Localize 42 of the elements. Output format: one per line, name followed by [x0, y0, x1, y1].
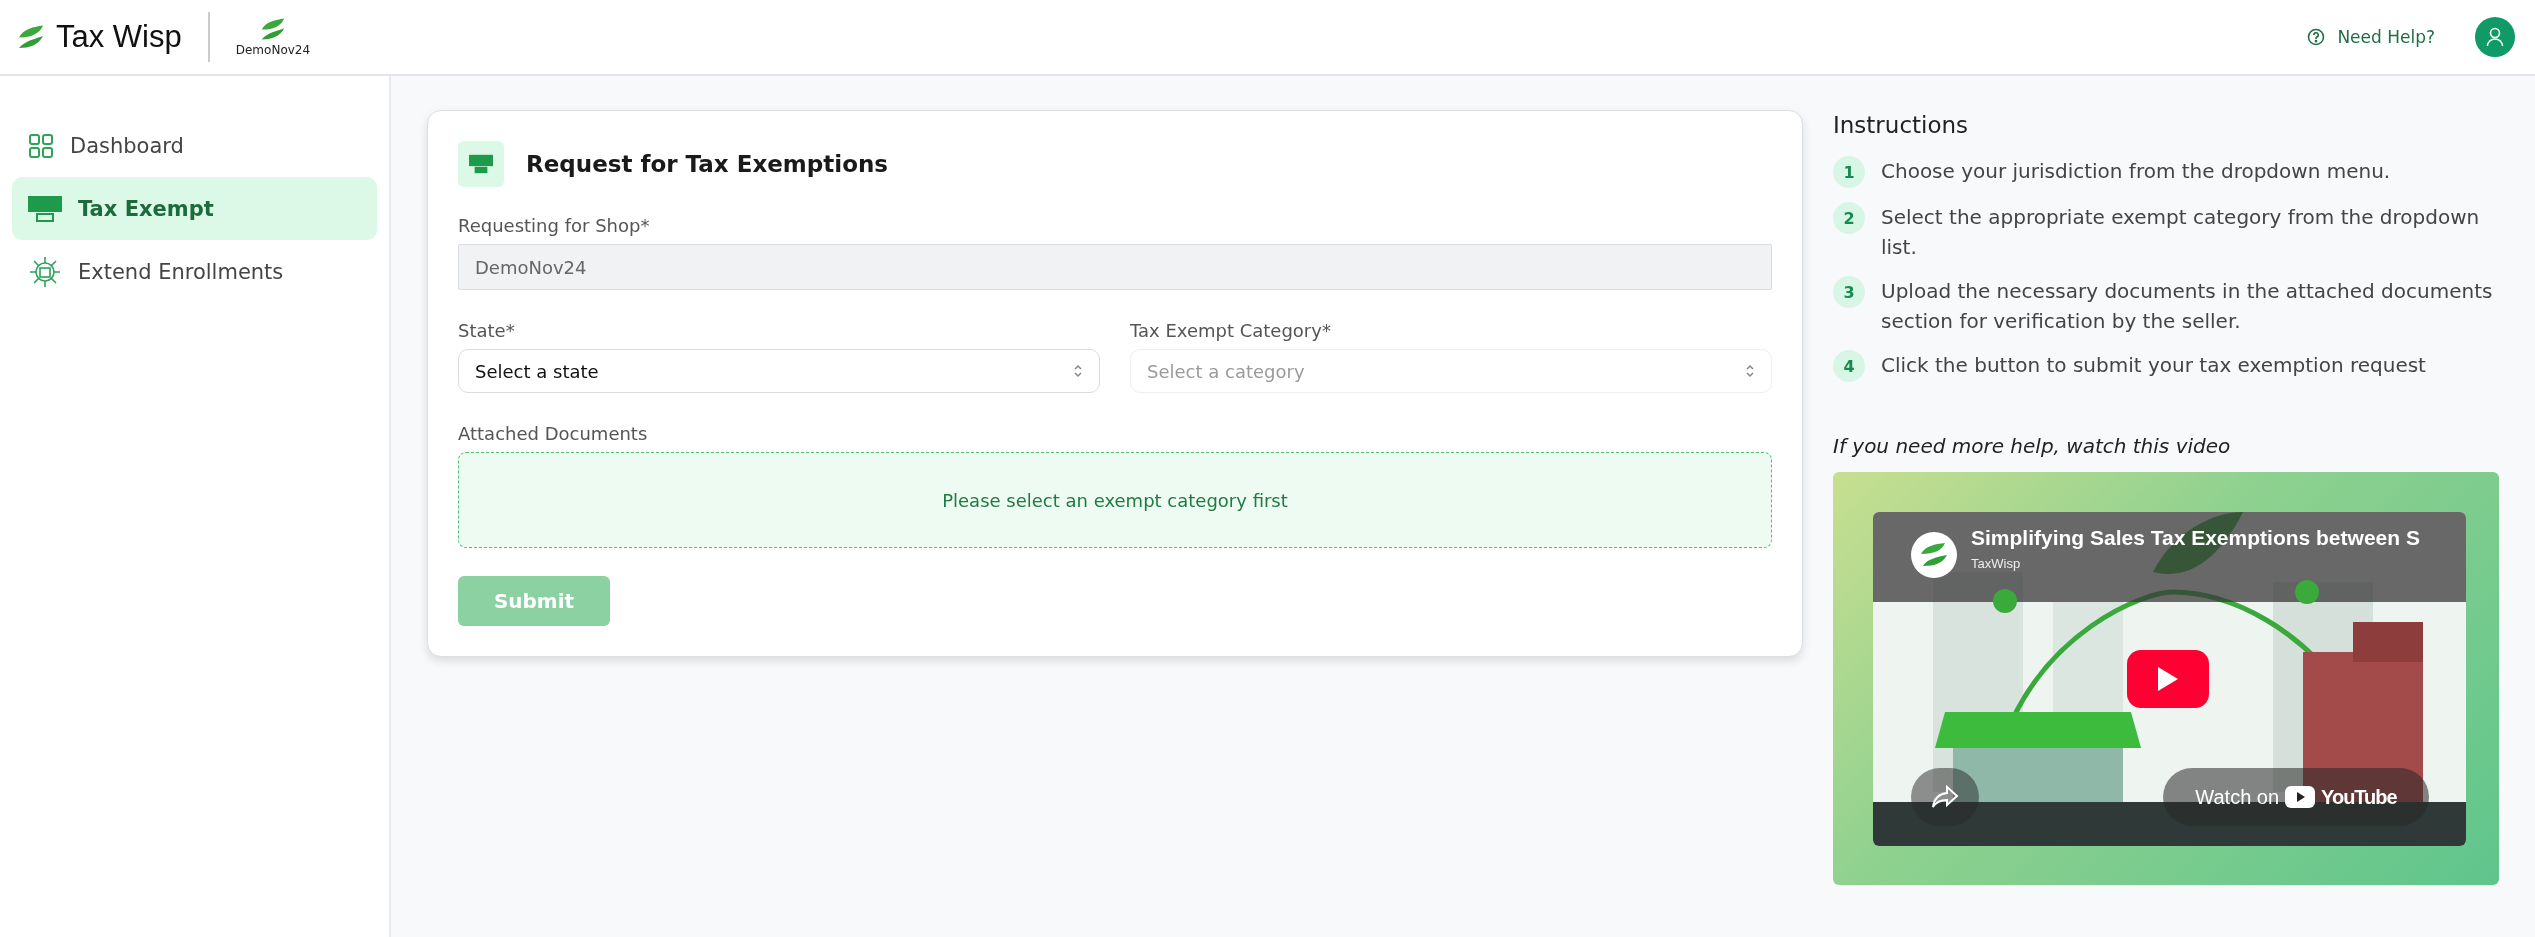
video-player[interactable]: Simplifying Sales Tax Exemptions between S TaxWisp Watch on YouTube — [1873, 512, 2466, 846]
tax-tag-icon — [458, 141, 504, 187]
chevron-updown-icon — [1073, 364, 1083, 378]
instructions-title: Instructions — [1833, 112, 1970, 138]
step-number: 4 — [1833, 350, 1865, 382]
tax-tag-icon — [28, 195, 62, 222]
chevron-updown-icon — [1745, 364, 1755, 378]
select-field[interactable]: Select a state — [458, 349, 1100, 393]
user-avatar[interactable] — [2475, 17, 2515, 57]
step-number: 1 — [1833, 156, 1865, 188]
share-button[interactable] — [1911, 768, 1979, 826]
help-icon — [2307, 28, 2326, 46]
field-label: Tax Exempt Category* — [1130, 320, 1332, 341]
play-icon — [2156, 666, 2180, 692]
step-text: Choose your jurisdiction from the dropdown menu. — [1881, 158, 2391, 185]
upload-area[interactable]: Please select an exempt category first — [458, 452, 1772, 548]
field-label: State* — [458, 320, 516, 341]
shop-name: DemoNov24 — [235, 42, 311, 57]
sidebar-item[interactable]: Tax Exempt — [12, 177, 377, 240]
sidebar-item[interactable]: Extend Enrollments — [12, 240, 377, 303]
play-icon — [2285, 786, 2316, 808]
form-title: Request for Tax Exemptions — [526, 151, 888, 177]
watch-on-youtube-button[interactable]: Watch on YouTube — [2163, 768, 2429, 826]
channel-logo-icon — [1911, 532, 1957, 578]
help-link[interactable]: Need Help? — [2307, 27, 2435, 47]
field-label: Attached Documents — [458, 423, 649, 444]
store-network-icon — [28, 254, 62, 289]
user-icon — [2486, 27, 2504, 47]
grid-icon — [28, 132, 54, 159]
video-title[interactable]: Simplifying Sales Tax Exemptions between S — [1971, 526, 2420, 550]
share-arrow-icon — [1931, 785, 1959, 809]
step-text: Upload the necessary documents in the attached documents section for verification by the seller. — [1881, 278, 2494, 335]
channel-name[interactable]: TaxWisp — [1971, 556, 2021, 571]
video-prompt: If you need more help, watch this video — [1833, 434, 2232, 458]
field-label: Requesting for Shop* — [458, 215, 651, 236]
sidebar-item[interactable]: Dashboard — [12, 114, 377, 177]
step-number: 2 — [1833, 202, 1865, 234]
step-text: Click the button to submit your tax exemption request — [1881, 352, 2426, 379]
play-button[interactable] — [2127, 650, 2209, 708]
step-number: 3 — [1833, 276, 1865, 308]
brand-name: Tax Wisp — [56, 19, 182, 55]
step-text: Select the appropriate exempt category from the dropdown list. — [1881, 204, 2481, 261]
